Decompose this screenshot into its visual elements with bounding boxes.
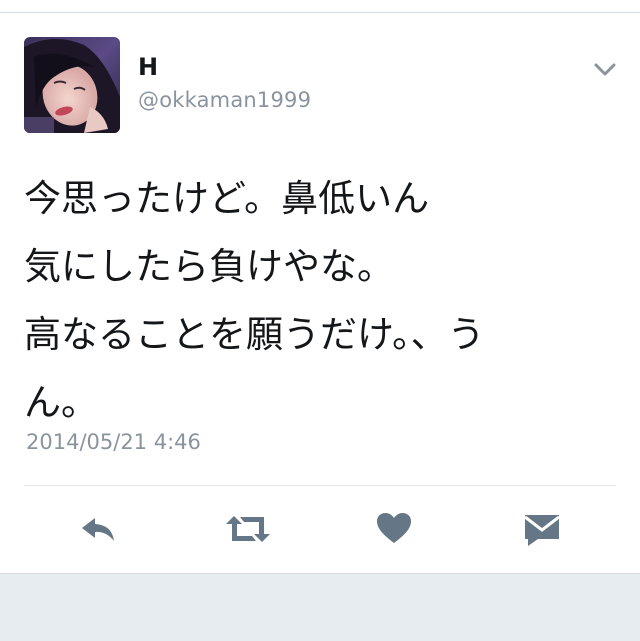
envelope-icon	[524, 515, 560, 546]
tweet-text: 今思ったけど。鼻低いん 気にしたら負けやな。 高なることを願うだけ。、う ん。	[24, 177, 485, 424]
reply-button[interactable]	[78, 509, 118, 549]
avatar-photo	[24, 37, 120, 133]
chevron-down-icon[interactable]	[592, 59, 618, 81]
reply-icon	[82, 518, 114, 541]
tweet-card: H @okkaman1999 今思ったけど。鼻低いん 気にしたら負けやな。 高な…	[0, 13, 640, 573]
retweet-button[interactable]	[224, 509, 272, 549]
retweet-icon	[226, 516, 270, 542]
timeline-footer	[0, 573, 640, 641]
display-name[interactable]: H	[138, 51, 158, 83]
direct-message-button[interactable]	[522, 509, 562, 549]
heart-icon	[377, 513, 411, 543]
user-handle[interactable]: @okkaman1999	[138, 85, 311, 115]
like-button[interactable]	[374, 509, 414, 549]
action-divider	[24, 485, 616, 486]
tweet-timestamp[interactable]: 2014/05/21 4:46	[26, 427, 201, 457]
avatar[interactable]	[24, 37, 120, 133]
